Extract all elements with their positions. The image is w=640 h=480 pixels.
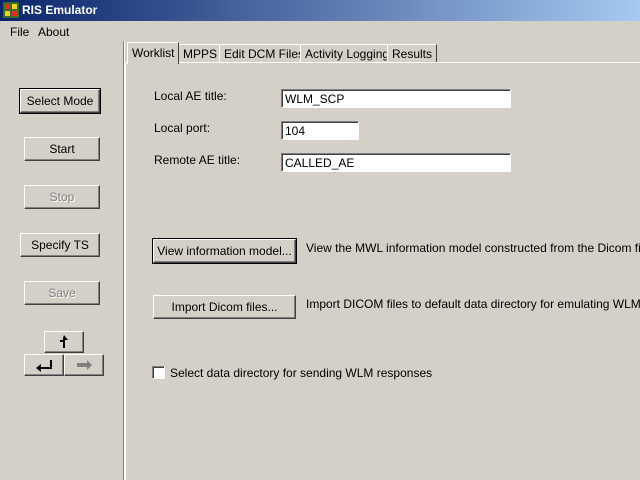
up-button[interactable] bbox=[44, 331, 84, 353]
local-ae-input[interactable] bbox=[281, 89, 511, 108]
tab-mpps[interactable]: MPPS bbox=[178, 44, 223, 62]
arrow-forward-icon bbox=[74, 358, 94, 372]
select-data-directory-label: Select data directory for sending WLM re… bbox=[170, 366, 433, 380]
save-button[interactable]: Save bbox=[24, 281, 100, 305]
tab-results[interactable]: Results bbox=[387, 44, 438, 62]
app-icon bbox=[3, 2, 19, 18]
back-button[interactable] bbox=[24, 354, 64, 376]
remote-ae-label: Remote AE title: bbox=[154, 153, 241, 167]
import-description: Import DICOM files to default data direc… bbox=[306, 297, 640, 311]
specify-ts-button[interactable]: Specify TS bbox=[20, 233, 100, 257]
import-description-clip: Import DICOM files to default data direc… bbox=[306, 297, 640, 313]
window-title: RIS Emulator bbox=[22, 3, 98, 17]
tab-activity-logging[interactable]: Activity Logging bbox=[300, 44, 395, 62]
view-information-model-button[interactable]: View information model... bbox=[152, 238, 297, 264]
arrow-back-icon bbox=[34, 358, 54, 372]
tab-worklist[interactable]: Worklist bbox=[127, 42, 180, 64]
stop-button[interactable]: Stop bbox=[24, 185, 100, 209]
remote-ae-input[interactable] bbox=[281, 153, 511, 172]
tab-edit-dcm-files[interactable]: Edit DCM Files bbox=[219, 44, 310, 62]
local-port-label: Local port: bbox=[154, 121, 211, 135]
title-bar: RIS Emulator bbox=[0, 0, 640, 21]
local-ae-label: Local AE title: bbox=[154, 89, 227, 103]
arrow-up-icon bbox=[57, 334, 71, 350]
menu-about[interactable]: About bbox=[38, 25, 69, 39]
import-dicom-files-button[interactable]: Import Dicom files... bbox=[153, 295, 296, 319]
start-button[interactable]: Start bbox=[24, 137, 100, 161]
forward-button[interactable] bbox=[64, 354, 104, 376]
select-mode-button[interactable]: Select Mode bbox=[19, 88, 101, 114]
menu-bar: File About bbox=[0, 22, 640, 41]
menu-file[interactable]: File bbox=[10, 25, 29, 39]
local-port-input[interactable] bbox=[281, 121, 359, 140]
view-model-description: View the MWL information model construct… bbox=[306, 241, 640, 255]
select-data-directory-checkbox[interactable] bbox=[152, 366, 165, 379]
